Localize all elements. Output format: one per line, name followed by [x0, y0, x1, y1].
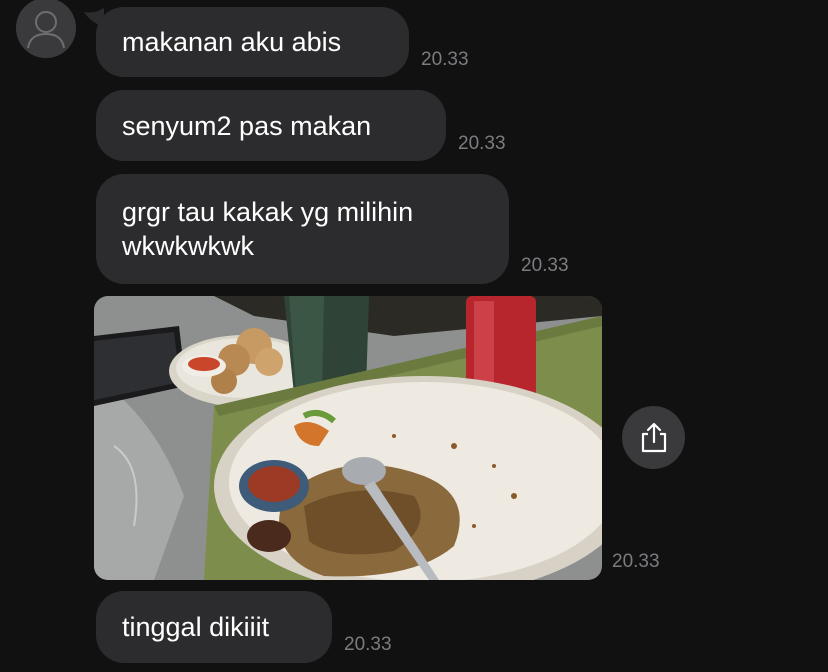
- message-bubble[interactable]: senyum2 pas makan: [96, 90, 446, 161]
- message-timestamp: 20.33: [344, 634, 392, 655]
- message-text: makanan aku abis: [122, 27, 342, 57]
- food-photo: [94, 296, 602, 580]
- message-timestamp: 20.33: [521, 255, 569, 276]
- message-bubble[interactable]: makanan aku abis: [96, 7, 409, 77]
- image-message[interactable]: [94, 296, 602, 580]
- person-silhouette-icon: [16, 0, 76, 58]
- message-bubble[interactable]: grgr tau kakak yg milihin wkwkwkwk: [96, 174, 509, 284]
- message-timestamp: 20.33: [421, 49, 469, 70]
- message-timestamp: 20.33: [612, 551, 660, 572]
- message-text: senyum2 pas makan: [122, 111, 372, 141]
- share-button[interactable]: [622, 406, 685, 469]
- message-text-line: wkwkwkwk: [122, 231, 254, 261]
- share-icon: [641, 422, 666, 452]
- message-text-line: grgr tau kakak yg milihin: [122, 197, 414, 227]
- avatar[interactable]: [16, 0, 76, 58]
- message-bubble[interactable]: tinggal dikiiit: [96, 591, 332, 663]
- message-text: tinggal dikiiit: [122, 612, 270, 642]
- message-timestamp: 20.33: [458, 133, 506, 154]
